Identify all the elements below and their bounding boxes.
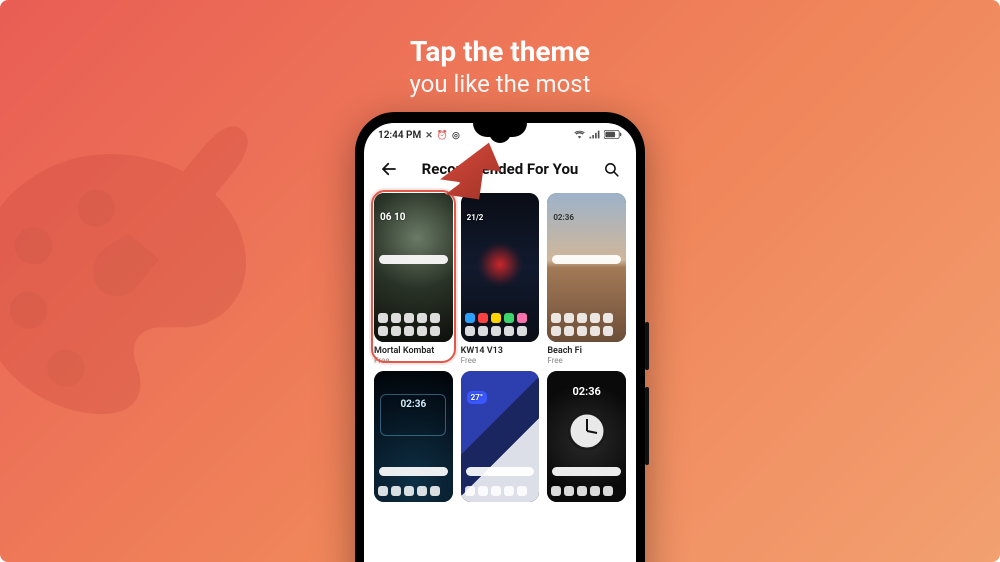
thumb-search-pill (379, 255, 448, 264)
arrow-left-icon (380, 160, 398, 178)
theme-card-6[interactable]: 02:36 (547, 371, 626, 502)
search-button[interactable] (600, 158, 622, 180)
instruction-line2: you like the most (0, 69, 1000, 99)
theme-title: Mortal Kombat (374, 346, 453, 356)
theme-thumb: 02:36 (547, 371, 626, 502)
phone-mockup: 12:44 PM ✕ ⏰ ◎ (355, 112, 645, 562)
analog-clock-icon (567, 411, 607, 451)
thumb-search-pill (379, 467, 448, 476)
theme-card-mortal-kombat[interactable]: 06 10 Mortal Kombat Free (374, 193, 453, 365)
thumb-search-pill (466, 467, 535, 476)
instruction-line1: Tap the theme (0, 34, 1000, 69)
thumb-clock: 27° (467, 391, 487, 404)
theme-title: KW14 V13 (461, 346, 540, 356)
thumb-clock: 21/2 (467, 213, 484, 222)
thumb-clock: 02:36 (553, 213, 574, 222)
profile-icon: ◎ (452, 132, 460, 141)
search-icon (603, 161, 620, 178)
thumb-clock: 02:36 (400, 399, 426, 410)
theme-card-4[interactable]: 02:36 (374, 371, 453, 502)
thumb-search-pill (552, 467, 621, 476)
theme-title: Beach Fi (547, 346, 626, 356)
phone-screen: 12:44 PM ✕ ⏰ ◎ (364, 123, 636, 562)
thumb-iconrow (378, 313, 449, 336)
status-time: 12:44 PM (378, 131, 421, 141)
thumb-clock: 06 10 (380, 213, 405, 222)
thumb-clock: 02:36 (572, 385, 600, 398)
theme-price: Free (461, 356, 540, 365)
wifi-icon (574, 130, 585, 142)
thumb-search-pill (552, 255, 621, 264)
theme-thumb: 06 10 (374, 193, 453, 342)
theme-thumb: 21/2 (461, 193, 540, 342)
tutorial-slide: Tap the theme you like the most 12:44 PM… (0, 0, 1000, 562)
theme-thumb: 27° (461, 371, 540, 502)
status-bar: 12:44 PM ✕ ⏰ ◎ (364, 123, 636, 149)
page-title: Recommended For You (400, 160, 600, 178)
theme-card-kw14[interactable]: 21/2 KW14 V13 Free (461, 193, 540, 365)
theme-grid: 06 10 Mortal Kombat Free 21/2 KW14 V13 (364, 189, 636, 502)
theme-thumb: 02:36 (547, 193, 626, 342)
thumb-iconrow (465, 486, 536, 496)
palette-bg-icon (0, 120, 280, 460)
alarm-icon: ⏰ (437, 132, 448, 141)
battery-icon (604, 130, 622, 142)
theme-price: Free (374, 356, 453, 365)
theme-price: Free (547, 356, 626, 365)
thumb-iconrow (465, 313, 536, 336)
theme-card-beach[interactable]: 02:36 Beach Fi Free (547, 193, 626, 365)
thumb-iconrow (551, 486, 622, 496)
back-button[interactable] (378, 158, 400, 180)
theme-thumb: 02:36 (374, 371, 453, 502)
instruction-text: Tap the theme you like the most (0, 34, 1000, 99)
dnd-icon: ✕ (425, 132, 433, 141)
thumb-iconrow (551, 313, 622, 336)
signal-icon (589, 130, 600, 142)
screen-header: Recommended For You (364, 149, 636, 189)
theme-card-5[interactable]: 27° (461, 371, 540, 502)
thumb-iconrow (378, 486, 449, 496)
